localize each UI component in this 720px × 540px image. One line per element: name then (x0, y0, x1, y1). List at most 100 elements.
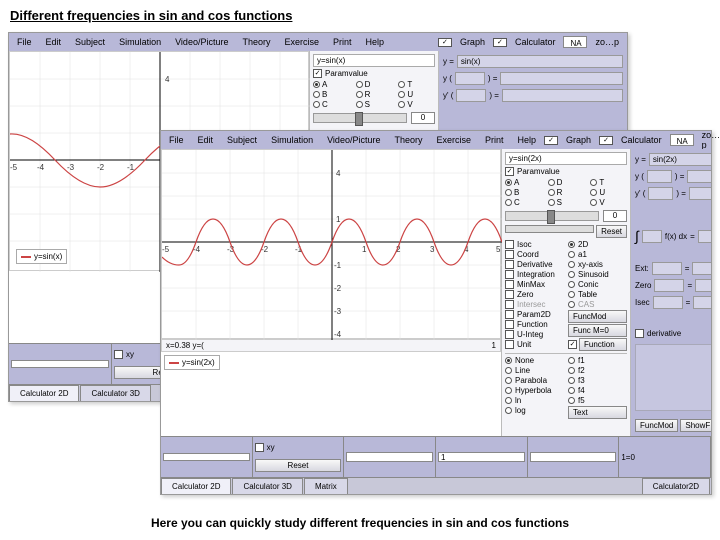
chk-unit[interactable] (505, 340, 514, 349)
rad-u[interactable] (398, 91, 405, 98)
tab-calc3d[interactable]: Calculator 3D (80, 385, 150, 401)
chk-uinteg[interactable] (505, 330, 514, 339)
rad-t[interactable] (398, 81, 405, 88)
yprime-input[interactable] (456, 89, 486, 102)
rad-ln[interactable] (505, 397, 512, 404)
xy-check[interactable] (114, 350, 123, 359)
rad-c[interactable] (313, 101, 320, 108)
menu-help[interactable]: Help (360, 35, 391, 49)
field-b[interactable]: 1 (438, 452, 525, 462)
btn-text[interactable]: Text (568, 406, 627, 419)
arrow-box[interactable] (163, 453, 250, 461)
btn-funcm0[interactable]: Func M=0 (568, 324, 627, 337)
rad-u[interactable] (590, 189, 597, 196)
chk-param2d[interactable] (505, 310, 514, 319)
rad-d[interactable] (548, 179, 555, 186)
menu-simulation[interactable]: Simulation (265, 133, 319, 147)
rad-f2[interactable] (568, 367, 575, 374)
tab-calc2d[interactable]: Calculator 2D (9, 385, 79, 401)
arrow-box[interactable] (11, 360, 109, 368)
rad-f4[interactable] (568, 387, 575, 394)
calc-check[interactable]: ✓ (599, 136, 613, 145)
rad-conic[interactable] (568, 281, 575, 288)
menu-subject[interactable]: Subject (221, 133, 263, 147)
rad-s[interactable] (548, 199, 555, 206)
calc-check[interactable]: ✓ (493, 38, 507, 47)
plot-sin2x[interactable]: 41 -1-2-3-4 -5-4-3-2-1 12345 (161, 149, 501, 339)
reset-btn[interactable]: Reset (596, 225, 627, 238)
zero-in[interactable] (654, 279, 684, 292)
slider-val[interactable]: 0 (411, 112, 435, 124)
rad-a[interactable] (505, 179, 512, 186)
param-slider[interactable] (505, 211, 599, 221)
menu-help[interactable]: Help (512, 133, 543, 147)
menu-file[interactable]: File (11, 35, 38, 49)
yprime-input[interactable] (648, 187, 673, 200)
ext-in[interactable] (652, 262, 682, 275)
rad-v[interactable] (398, 101, 405, 108)
y-eq-input[interactable]: sin(x) (457, 55, 623, 68)
tab-calc3d[interactable]: Calculator 3D (232, 478, 302, 494)
na-field[interactable]: NA (670, 134, 694, 146)
rad-t[interactable] (590, 179, 597, 186)
tab-calc2d-r[interactable]: Calculator2D (642, 478, 710, 494)
field-a[interactable] (346, 452, 433, 462)
btn-showf[interactable]: ShowF (680, 419, 711, 432)
int-lo[interactable] (642, 230, 662, 243)
isec-in[interactable] (653, 296, 683, 309)
xy-check[interactable] (255, 443, 264, 452)
menu-print[interactable]: Print (479, 133, 510, 147)
chk-coord[interactable] (505, 250, 514, 259)
graph-check[interactable]: ✓ (438, 38, 452, 47)
rad-r[interactable] (356, 91, 363, 98)
menu-file[interactable]: File (163, 133, 190, 147)
rad-2d[interactable] (568, 241, 575, 248)
y-eq-input[interactable]: sin(2x) (649, 153, 711, 166)
rad-f3[interactable] (568, 377, 575, 384)
rad-parab[interactable] (505, 377, 512, 384)
tab-matrix[interactable]: Matrix (304, 478, 348, 494)
slider-val[interactable]: 0 (603, 210, 627, 222)
menu-exercise[interactable]: Exercise (430, 133, 477, 147)
menu-video[interactable]: Video/Picture (321, 133, 386, 147)
btn-function[interactable]: Function (579, 338, 627, 351)
scroll-l[interactable] (505, 225, 594, 233)
tab-calc2d[interactable]: Calculator 2D (161, 478, 231, 494)
rad-d[interactable] (356, 81, 363, 88)
btn-funcmod[interactable]: FuncMod (568, 310, 627, 323)
menu-exercise[interactable]: Exercise (278, 35, 325, 49)
rad-b[interactable] (313, 91, 320, 98)
rad-line[interactable] (505, 367, 512, 374)
rad-a[interactable] (313, 81, 320, 88)
reset-button[interactable]: Reset (255, 459, 342, 472)
rad-v[interactable] (590, 199, 597, 206)
menu-theory[interactable]: Theory (236, 35, 276, 49)
rad-f5[interactable] (568, 397, 575, 404)
menu-simulation[interactable]: Simulation (113, 35, 167, 49)
rad-hyper[interactable] (505, 387, 512, 394)
paramvalue-check[interactable]: ✓ (505, 167, 514, 176)
y-at-input[interactable] (455, 72, 485, 85)
btn-funcmod[interactable]: FuncMod (635, 419, 678, 432)
graph-check[interactable]: ✓ (544, 136, 558, 145)
rad-table[interactable] (568, 291, 575, 298)
chk-deriv-n[interactable] (635, 329, 644, 338)
chk-deriv[interactable] (505, 260, 514, 269)
rad-b[interactable] (505, 189, 512, 196)
rad-s[interactable] (356, 101, 363, 108)
rad-r[interactable] (548, 189, 555, 196)
zoom-label[interactable]: zo…p (589, 35, 625, 49)
field-c[interactable] (530, 452, 617, 462)
menu-subject[interactable]: Subject (69, 35, 111, 49)
rad-log[interactable] (505, 407, 512, 414)
rad-f1[interactable] (568, 357, 575, 364)
param-slider[interactable] (313, 113, 407, 123)
chk-isoc[interactable] (505, 240, 514, 249)
menu-theory[interactable]: Theory (388, 133, 428, 147)
y-at-input[interactable] (647, 170, 672, 183)
rad-xyaxis[interactable] (568, 261, 575, 268)
chk-func2[interactable]: ✓ (568, 340, 577, 349)
menu-video[interactable]: Video/Picture (169, 35, 234, 49)
chk-func[interactable] (505, 320, 514, 329)
rad-sinus[interactable] (568, 271, 575, 278)
